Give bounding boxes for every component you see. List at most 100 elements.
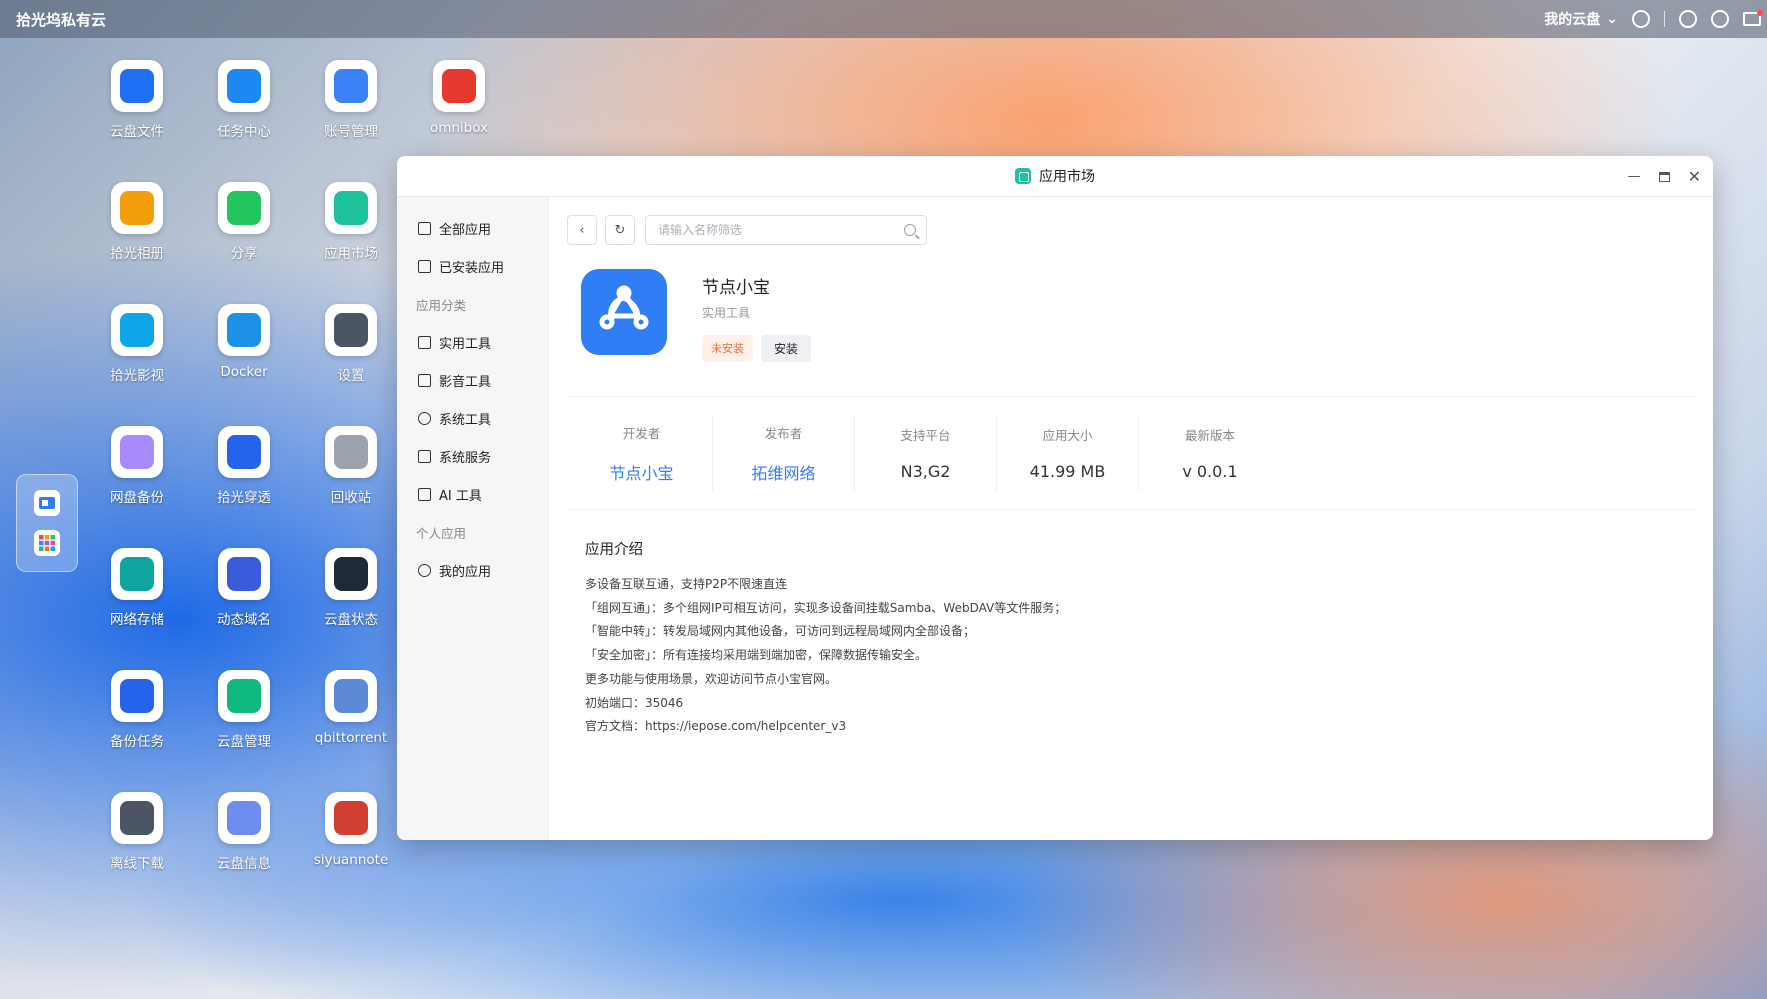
- desktop-app-label: 应用市场: [324, 246, 378, 262]
- desktop-app-label: 设置: [337, 368, 365, 384]
- desktop-app[interactable]: 云盘文件: [87, 60, 187, 140]
- intro-line: 「组网互通」：多个组网IP可相互访问，实现多设备间挂载Samba、WebDAV等…: [585, 600, 1067, 615]
- meta-label: 支持平台: [900, 428, 951, 443]
- desktop-app[interactable]: Docker: [194, 304, 294, 380]
- search-icon[interactable]: [904, 224, 916, 236]
- intro-title: 应用介绍: [585, 542, 643, 558]
- maximize-icon[interactable]: [1658, 171, 1670, 182]
- sidebar-item-label: 全部应用: [439, 222, 492, 238]
- dolphin-icon: [433, 60, 485, 112]
- circle-icon: [418, 563, 431, 577]
- icon-glyph: [120, 191, 154, 225]
- sidebar-item-installed-apps[interactable]: 已安装应用: [397, 247, 548, 285]
- desktop-app-label: 任务中心: [217, 124, 271, 140]
- brand-title: 拾光坞私有云: [16, 10, 107, 29]
- backup-task-icon: [111, 670, 163, 722]
- desktop-app-label: 云盘管理: [217, 734, 271, 750]
- docker-icon: [218, 304, 270, 356]
- icon-glyph: [120, 557, 154, 591]
- desktop-app[interactable]: 网络存储: [87, 548, 187, 628]
- desktop-app[interactable]: 任务中心: [194, 60, 294, 140]
- icon-glyph: [227, 801, 261, 835]
- intro-line: 多设备互联互通，支持P2P不限速直连: [585, 577, 788, 591]
- shopping-bag-icon: [325, 182, 377, 234]
- desktop-app[interactable]: siyuannote: [301, 792, 401, 868]
- desktop-app[interactable]: omnibox: [409, 60, 509, 136]
- qb-icon: [325, 670, 377, 722]
- media-icon: [418, 373, 431, 387]
- desktop-app[interactable]: 动态域名: [194, 548, 294, 628]
- desktop-app[interactable]: 回收站: [301, 426, 401, 506]
- desktop-app-label: 云盘文件: [110, 124, 164, 140]
- window-title-bar[interactable]: 应用市场 — ✕: [397, 156, 1713, 197]
- grid-icon: [418, 221, 431, 235]
- meta-version: 最新版本 v 0.0.1: [1139, 415, 1281, 491]
- meta-size: 应用大小 41.99 MB: [997, 415, 1139, 491]
- desktop-app-label: 网络存储: [110, 612, 164, 628]
- desktop-app[interactable]: 网盘备份: [87, 426, 187, 506]
- install-button[interactable]: 安装: [761, 335, 812, 362]
- flower-icon: [111, 182, 163, 234]
- desktop-app[interactable]: 备份任务: [87, 670, 187, 750]
- desktop-app[interactable]: 拾光影视: [87, 304, 187, 384]
- desktop-app-label: 网盘备份: [110, 490, 164, 506]
- refresh-button[interactable]: ↻: [605, 215, 635, 245]
- my-cloud-menu[interactable]: 我的云盘 ⌄: [1544, 9, 1618, 29]
- sidebar-item-media[interactable]: 影音工具: [397, 361, 548, 399]
- desktop-app[interactable]: 拾光相册: [87, 182, 187, 262]
- power-icon[interactable]: [1679, 10, 1697, 28]
- meta-label: 应用大小: [1042, 428, 1093, 443]
- dock-app-market-icon[interactable]: [34, 490, 60, 516]
- ddns-icon: [218, 548, 270, 600]
- desktop-app[interactable]: 分享: [194, 182, 294, 262]
- icon-glyph: [334, 191, 368, 225]
- desktop-app[interactable]: 云盘信息: [194, 792, 294, 872]
- sidebar-item-system-service[interactable]: 系统服务: [397, 437, 548, 475]
- desktop-app[interactable]: qbittorrent: [301, 670, 401, 746]
- icon-glyph: [227, 313, 261, 347]
- desktop-app[interactable]: 云盘管理: [194, 670, 294, 750]
- sidebar: 全部应用 已安装应用 应用分类 实用工具 影音工具 系统工具 系统服务 AI 工…: [397, 197, 549, 840]
- mail-icon[interactable]: [1743, 10, 1763, 26]
- publisher-link[interactable]: 拓维网络: [713, 460, 854, 484]
- sidebar-item-all-apps[interactable]: 全部应用: [397, 209, 548, 247]
- folder-icon: [111, 60, 163, 112]
- desktop-app-label: 账号管理: [324, 124, 378, 140]
- desktop-app[interactable]: 应用市场: [301, 182, 401, 262]
- desktop-app[interactable]: 拾光穿透: [194, 426, 294, 506]
- desktop-app[interactable]: 云盘状态: [301, 548, 401, 628]
- sidebar-item-ai-tools[interactable]: AI 工具: [397, 475, 548, 513]
- sidebar-item-system-tools[interactable]: 系统工具: [397, 399, 548, 437]
- user-icon[interactable]: [1711, 10, 1729, 28]
- desktop-app-label: 分享: [230, 246, 258, 262]
- minimize-icon[interactable]: —: [1628, 169, 1641, 184]
- icon-glyph: [227, 679, 261, 713]
- search-input[interactable]: [658, 223, 904, 237]
- desktop-app-label: 云盘状态: [324, 612, 378, 628]
- globe-storage-icon: [111, 548, 163, 600]
- desktop-app[interactable]: 设置: [301, 304, 401, 384]
- toolbar: ‹ ↻: [567, 215, 1713, 245]
- close-icon[interactable]: ✕: [1688, 167, 1701, 186]
- meta-publisher: 发布者 拓维网络: [713, 415, 855, 491]
- sidebar-item-label: 影音工具: [439, 374, 492, 390]
- desktop-app[interactable]: 离线下载: [87, 792, 187, 872]
- sidebar-item-my-apps[interactable]: 我的应用: [397, 551, 548, 589]
- sidebar-item-utility[interactable]: 实用工具: [397, 323, 548, 361]
- siyuan-icon: [325, 792, 377, 844]
- desktop-app[interactable]: 账号管理: [301, 60, 401, 140]
- back-button[interactable]: ‹: [567, 215, 597, 245]
- app-name: 节点小宝: [702, 278, 770, 298]
- globe-icon[interactable]: [1632, 10, 1650, 28]
- desktop-app-label: qbittorrent: [314, 730, 388, 746]
- dock-grid-icon[interactable]: [34, 530, 60, 556]
- refresh-icon: ↻: [614, 222, 626, 238]
- icon-glyph: [120, 69, 154, 103]
- chevron-down-icon: ⌄: [1606, 11, 1618, 27]
- system-tools-icon: [418, 411, 431, 425]
- icon-glyph: [334, 69, 368, 103]
- meta-developer: 开发者 节点小宝: [571, 415, 713, 491]
- app-market-icon: [1015, 168, 1031, 184]
- archive-icon: [418, 259, 431, 273]
- developer-link[interactable]: 节点小宝: [571, 460, 712, 484]
